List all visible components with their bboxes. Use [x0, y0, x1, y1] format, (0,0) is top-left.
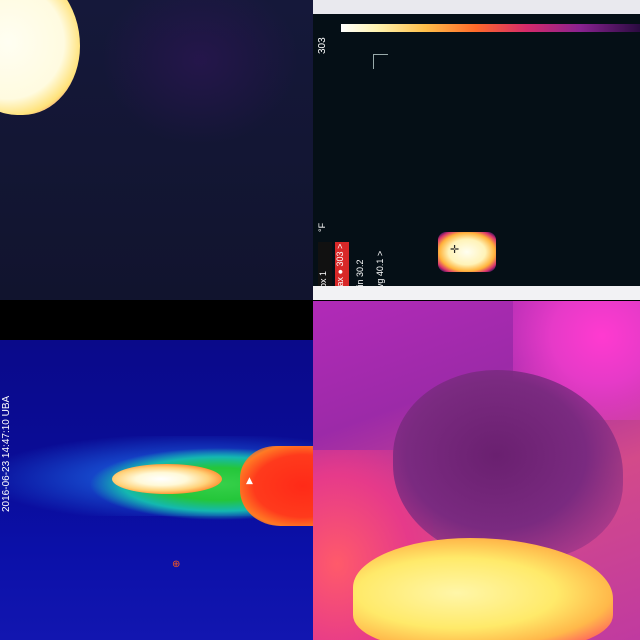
hot-core	[112, 464, 222, 494]
hot-region-yellow	[353, 538, 613, 640]
focus-bracket	[373, 54, 388, 69]
thermal-panel-top-left	[0, 0, 313, 300]
thermal-panel-bottom-right	[313, 300, 640, 640]
device-bezel	[313, 286, 640, 300]
triangle-marker-icon: ▲	[246, 476, 253, 486]
hot-spot-blob	[0, 0, 80, 115]
color-scale-bar	[341, 24, 640, 32]
crosshair-icon: ✛	[450, 243, 460, 256]
timestamp: 2016-06-23 14:47:10 UBA	[1, 395, 12, 512]
scale-max-value: 303	[317, 37, 328, 54]
unit-label: °F	[317, 222, 327, 232]
hot-region-red	[240, 446, 313, 526]
target-marker-icon: ⊕	[172, 559, 181, 570]
camera-screen: 303 ✛ °F Box 1 Max ● 303 > Min 30.2 Avg …	[313, 14, 640, 294]
panel-divider	[0, 300, 640, 301]
thermal-panel-bottom-left: ▲ ⊕ 2016-06-23 14:47:10 UBA	[0, 300, 313, 640]
hot-object	[438, 232, 496, 272]
thermal-camera-panel-top-right: 303 ✛ °F Box 1 Max ● 303 > Min 30.2 Avg …	[313, 0, 640, 300]
thermal-background: ▲ ⊕ 2016-06-23 14:47:10 UBA	[0, 340, 313, 640]
